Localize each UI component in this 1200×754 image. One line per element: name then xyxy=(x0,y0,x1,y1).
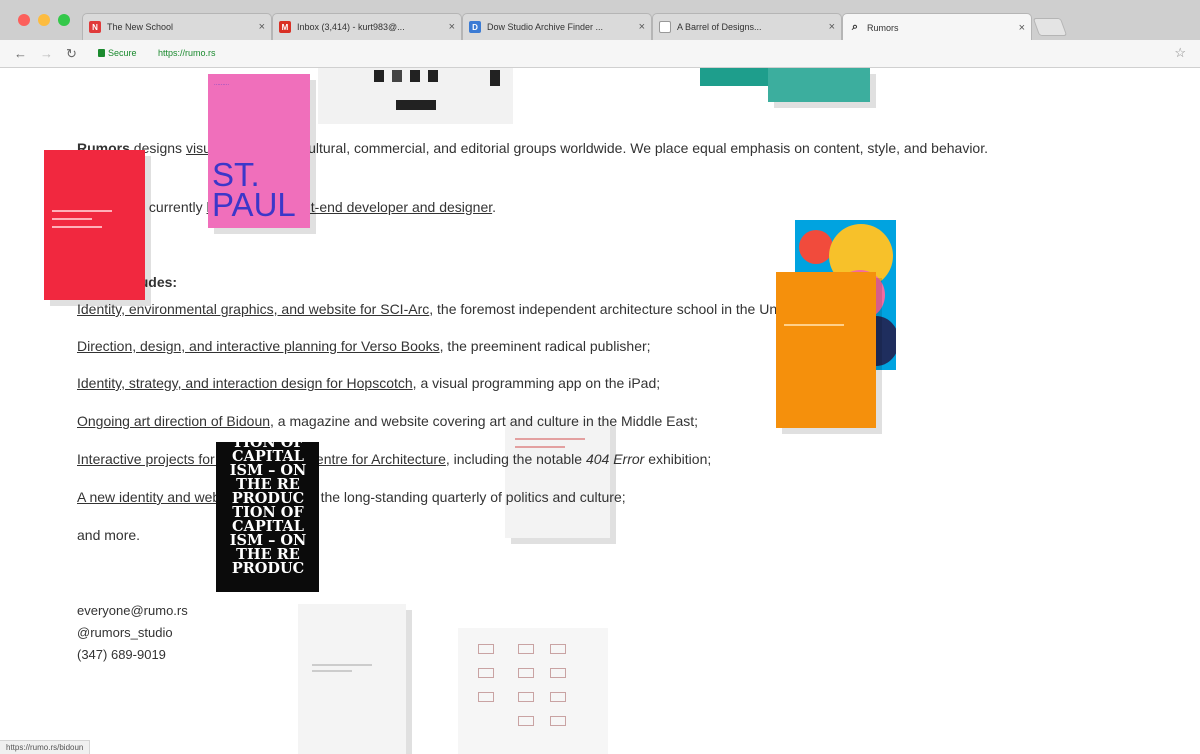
tab-close-icon[interactable]: × xyxy=(449,21,455,33)
work-item-link[interactable]: Identity, strategy, and interaction desi… xyxy=(77,375,413,391)
work-item-link[interactable]: Identity, environmental graphics, and we… xyxy=(77,301,429,317)
poster-mark xyxy=(392,70,402,82)
status-bar-url: https://rumo.rs/bidoun xyxy=(0,740,91,754)
book-cover-small-text: ········· xyxy=(214,82,229,88)
browser-tab-active[interactable]: ⌕ Rumors × xyxy=(842,13,1032,41)
window-maximize-button[interactable] xyxy=(58,14,70,26)
work-item-text: , including the notable xyxy=(445,451,586,467)
window-minimize-button[interactable] xyxy=(38,14,50,26)
search-icon: ⌕ xyxy=(851,21,859,33)
orange-book-cover-image[interactable] xyxy=(776,272,876,428)
poster-mark xyxy=(374,70,384,82)
reload-icon[interactable]: ↻ xyxy=(66,46,77,62)
work-item-text: , a magazine and website covering art an… xyxy=(270,413,699,429)
cover-line xyxy=(52,218,92,220)
grid-cell xyxy=(550,668,566,678)
intro-text: for cultural, commercial, and editorial … xyxy=(276,140,988,156)
cover-circle xyxy=(799,230,833,264)
paper-document-image[interactable] xyxy=(505,420,610,538)
tab-title: Dow Studio Archive Finder ... xyxy=(487,22,604,32)
browser-tab-bar: N The New School × M Inbox (3,414) - kur… xyxy=(0,0,1200,41)
work-item: Direction, design, and interactive plann… xyxy=(77,337,651,355)
poster-text: TION OF CAPITAL ISM – ON THE RE PRODUC T… xyxy=(229,442,307,577)
tab-favicon-icon xyxy=(659,21,671,33)
browser-tab[interactable]: D Dow Studio Archive Finder ... × xyxy=(462,13,652,40)
cover-line xyxy=(52,210,112,212)
contact-handle[interactable]: @rumors_studio xyxy=(77,623,173,643)
poster-mark xyxy=(428,70,438,82)
tab-title: The New School xyxy=(107,22,174,32)
work-item: Identity, strategy, and interaction desi… xyxy=(77,374,660,392)
teal-image[interactable] xyxy=(768,68,870,102)
paper-document-image[interactable] xyxy=(298,604,406,754)
browser-toolbar: ← → ↻ Secure https://rumo.rs ☆ xyxy=(0,40,1200,68)
work-item-link[interactable]: Ongoing art direction of Bidoun xyxy=(77,413,270,429)
back-arrow-icon[interactable]: ← xyxy=(14,46,27,61)
lock-icon xyxy=(98,49,105,57)
new-tab-button[interactable] xyxy=(1032,18,1068,36)
tab-close-icon[interactable]: × xyxy=(1019,22,1025,34)
tab-favicon-icon: M xyxy=(279,21,291,33)
poster-mark xyxy=(410,70,420,82)
grid-cell xyxy=(478,692,494,702)
grid-cell xyxy=(478,644,494,654)
work-item-text: exhibition; xyxy=(644,451,712,467)
grid-cell xyxy=(550,692,566,702)
work-item-emphasis: 404 Error xyxy=(585,451,645,467)
work-item: Ongoing art direction of Bidoun, a magaz… xyxy=(77,412,698,430)
tab-title: A Barrel of Designs... xyxy=(677,22,762,32)
contact-phone[interactable]: (347) 689-9019 xyxy=(77,645,166,665)
paper-line xyxy=(515,438,585,440)
secure-indicator[interactable]: Secure xyxy=(98,48,137,58)
poster-mark xyxy=(396,100,436,110)
bookmark-star-icon[interactable]: ☆ xyxy=(1174,45,1186,61)
page-content: ········· ST. PAUL TION OF CAPITAL ISM –… xyxy=(0,68,1200,754)
browser-tab[interactable]: M Inbox (3,414) - kurt983@... × xyxy=(272,13,462,40)
contact-email[interactable]: everyone@rumo.rs xyxy=(77,601,188,621)
work-item-text: , the preeminent radical publisher; xyxy=(439,338,651,354)
tab-favicon-icon: D xyxy=(469,21,481,33)
grid-cell xyxy=(518,716,534,726)
red-book-cover-image[interactable] xyxy=(44,150,145,300)
cover-line xyxy=(784,324,844,326)
work-item-text: , a visual programming app on the iPad; xyxy=(412,375,661,391)
work-item: Identity, environmental graphics, and we… xyxy=(77,300,847,318)
poster-thumbnail-image[interactable] xyxy=(318,68,513,124)
work-item: Interactive projects for the Canadian Ce… xyxy=(77,450,711,468)
forward-arrow-icon[interactable]: → xyxy=(40,46,53,61)
paper-line xyxy=(312,664,372,666)
browser-tab[interactable]: N The New School × xyxy=(82,13,272,40)
grid-cell xyxy=(550,644,566,654)
window-close-button[interactable] xyxy=(18,14,30,26)
work-item: A new identity and website for Dissent, … xyxy=(77,488,626,506)
tab-close-icon[interactable]: × xyxy=(259,21,265,33)
tab-close-icon[interactable]: × xyxy=(829,21,835,33)
paper-line xyxy=(312,670,352,672)
book-cover-title: ST. PAUL xyxy=(212,156,296,223)
poster-mark xyxy=(490,70,500,86)
cover-line xyxy=(52,226,102,228)
st-paul-book-cover-image[interactable]: ········· ST. PAUL xyxy=(208,74,310,228)
grid-cell xyxy=(478,668,494,678)
grid-cell xyxy=(518,644,534,654)
grid-cell xyxy=(518,692,534,702)
work-item-text: , the long-standing quarterly of politic… xyxy=(312,489,626,505)
work-item: and more. xyxy=(77,526,140,544)
work-item-text: and more. xyxy=(77,527,141,543)
tab-close-icon[interactable]: × xyxy=(639,21,645,33)
browser-tab[interactable]: A Barrel of Designs... × xyxy=(652,13,842,40)
tab-title: Inbox (3,414) - kurt983@... xyxy=(297,22,405,32)
work-item-link[interactable]: Direction, design, and interactive plann… xyxy=(77,338,440,354)
hiring-text: . xyxy=(492,199,497,215)
grid-cell xyxy=(550,716,566,726)
secure-label: Secure xyxy=(108,48,137,58)
tab-title: Rumors xyxy=(867,22,899,33)
capitalism-poster-image[interactable]: TION OF CAPITAL ISM – ON THE RE PRODUC T… xyxy=(216,442,319,592)
grid-cell xyxy=(518,668,534,678)
paper-line xyxy=(515,446,565,448)
address-bar[interactable]: https://rumo.rs xyxy=(158,48,216,58)
grid-document-image[interactable] xyxy=(458,628,608,754)
tab-favicon-icon: N xyxy=(89,21,101,33)
